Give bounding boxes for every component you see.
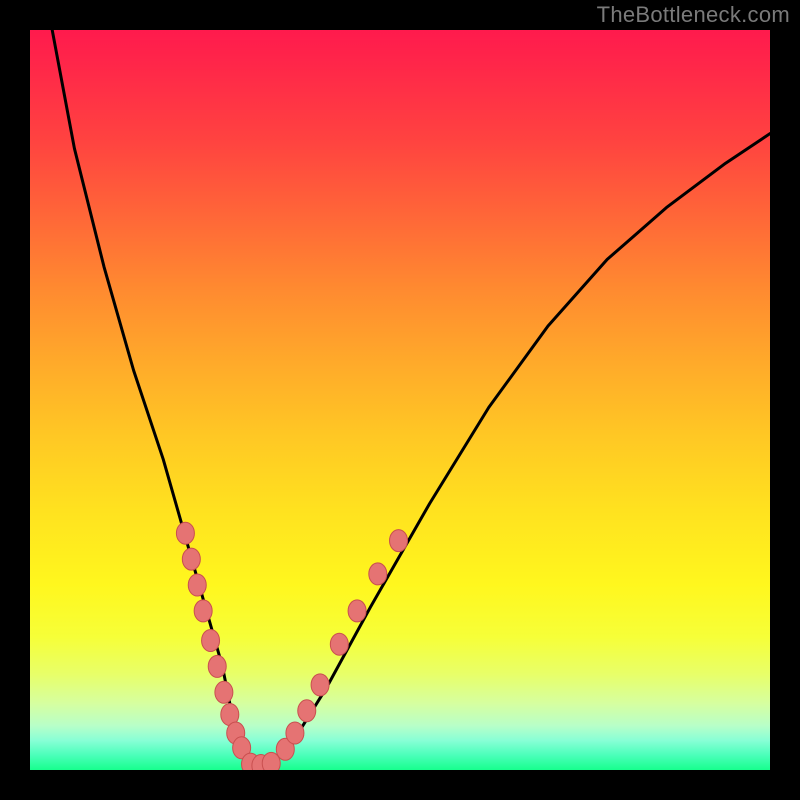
data-marker	[215, 681, 233, 703]
data-marker	[286, 722, 304, 744]
data-marker	[176, 522, 194, 544]
data-marker	[330, 633, 348, 655]
data-marker	[298, 700, 316, 722]
curve-markers	[176, 522, 407, 770]
chart-overlay	[30, 30, 770, 770]
plot-area	[30, 30, 770, 770]
data-marker	[311, 674, 329, 696]
chart-frame: TheBottleneck.com	[0, 0, 800, 800]
data-marker	[369, 563, 387, 585]
curve-line	[52, 30, 770, 766]
data-marker	[202, 630, 220, 652]
data-marker	[182, 548, 200, 570]
data-marker	[348, 600, 366, 622]
data-marker	[208, 655, 226, 677]
data-marker	[390, 530, 408, 552]
data-marker	[188, 574, 206, 596]
data-marker	[194, 600, 212, 622]
watermark-label: TheBottleneck.com	[597, 2, 790, 28]
